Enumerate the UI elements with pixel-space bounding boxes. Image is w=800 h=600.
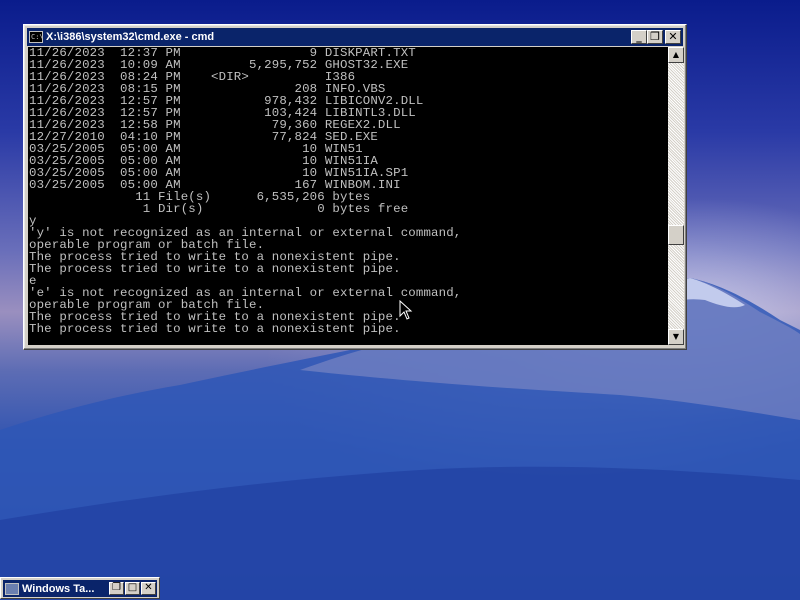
cmd-console-icon[interactable]: C:\: [29, 31, 44, 43]
cmd-window[interactable]: C:\ X:\i386\system32\cmd.exe - cmd _ ❐ ✕…: [23, 24, 687, 350]
console-output[interactable]: 11/26/2023 12:37 PM 9 DISKPART.TXT 11/26/…: [28, 47, 668, 345]
vertical-scrollbar[interactable]: ▲ ▼: [668, 47, 684, 345]
window-title: X:\i386\system32\cmd.exe - cmd: [46, 31, 215, 43]
maximize-button[interactable]: □: [125, 582, 140, 595]
restore-button[interactable]: ❐: [109, 582, 124, 595]
scroll-down-button[interactable]: ▼: [668, 329, 684, 345]
close-button[interactable]: ✕: [665, 30, 681, 44]
minimized-titlebar[interactable]: Windows Ta... ❐ □ ✕: [3, 580, 157, 597]
console-text: 11/26/2023 12:37 PM 9 DISKPART.TXT 11/26/…: [28, 47, 668, 335]
minimized-title: Windows Ta...: [22, 582, 95, 595]
restore-button[interactable]: ❐: [647, 30, 663, 44]
scroll-up-button[interactable]: ▲: [668, 47, 684, 63]
console-line: The process tried to write to a nonexist…: [29, 262, 401, 276]
app-window-icon: [5, 582, 19, 595]
cmd-titlebar[interactable]: C:\ X:\i386\system32\cmd.exe - cmd _ ❐ ✕: [27, 28, 683, 46]
mouse-pointer-icon: [399, 300, 413, 320]
close-button[interactable]: ✕: [141, 582, 156, 595]
scroll-thumb[interactable]: [668, 225, 684, 245]
console-line: The process tried to write to a nonexist…: [29, 322, 401, 336]
minimized-window[interactable]: Windows Ta... ❐ □ ✕: [0, 577, 160, 599]
console-line: 1 Dir(s) 0 bytes free: [29, 202, 409, 216]
minimize-button[interactable]: _: [631, 30, 647, 44]
